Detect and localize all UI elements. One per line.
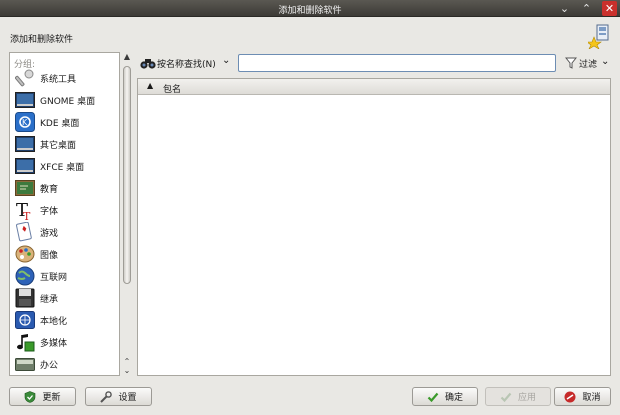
package-list[interactable]: ▲ 包名 — [137, 78, 611, 376]
svg-text:T: T — [23, 210, 31, 221]
xfce-desktop-icon — [14, 156, 36, 176]
office-icon — [14, 354, 36, 374]
scroll-down-icon[interactable]: ⌄ — [121, 366, 133, 376]
wrench-icon — [100, 390, 113, 403]
column-header-package-name[interactable]: 包名 — [163, 82, 181, 95]
category-xfce-desktop[interactable]: XFCE 桌面 — [14, 155, 119, 177]
games-icon — [14, 222, 36, 242]
category-games[interactable]: 游戏 — [14, 221, 119, 243]
ok-button[interactable]: 确定 — [412, 387, 478, 406]
binoculars-icon — [140, 56, 156, 70]
apply-checkmark-icon — [500, 391, 512, 403]
chevron-down-icon[interactable]: ⌄ — [222, 55, 230, 66]
gnome-desktop-icon — [14, 90, 36, 110]
search-input[interactable] — [238, 54, 556, 72]
window-title: 添加和删除软件 — [278, 6, 342, 16]
localization-icon — [14, 310, 36, 330]
search-bar: 按名称查找(N) ⌄ 过滤 ⌄ — [140, 54, 615, 72]
multimedia-icon — [14, 332, 36, 352]
category-system-tools[interactable]: 系统工具 — [14, 67, 119, 89]
category-gnome-desktop[interactable]: GNOME 桌面 — [14, 89, 119, 111]
education-icon — [14, 178, 36, 198]
category-fonts[interactable]: TT 字体 — [14, 199, 119, 221]
filter-chevron-icon[interactable]: ⌄ — [601, 56, 609, 67]
search-mode-label[interactable]: 按名称查找(N) — [157, 57, 216, 70]
software-install-icon — [586, 23, 612, 50]
kde-desktop-icon: K — [14, 112, 36, 132]
title-bar: 添加和删除软件 ⌄ ⌃ ✕ — [0, 0, 620, 17]
list-header[interactable]: ▲ 包名 — [138, 79, 610, 95]
legacy-icon — [14, 288, 36, 308]
shield-check-icon — [24, 390, 36, 403]
category-list[interactable]: 分组: 系统工具 GNOME 桌面 K KDE 桌面 其它桌面 XFCE 桌面 — [9, 52, 120, 376]
cancel-icon — [564, 391, 576, 403]
filter-icon[interactable] — [564, 56, 578, 70]
internet-icon — [14, 266, 36, 286]
category-multimedia[interactable]: 多媒体 — [14, 331, 119, 353]
close-icon[interactable]: ✕ — [602, 1, 617, 16]
category-graphics[interactable]: 图像 — [14, 243, 119, 265]
category-kde-desktop[interactable]: K KDE 桌面 — [14, 111, 119, 133]
apply-button[interactable]: 应用 — [485, 387, 551, 406]
system-tools-icon — [14, 68, 36, 88]
svg-text:K: K — [22, 118, 28, 127]
category-other-desktops[interactable]: 其它桌面 — [14, 133, 119, 155]
category-office[interactable]: 办公 — [14, 353, 119, 375]
category-internet[interactable]: 互联网 — [14, 265, 119, 287]
category-legacy[interactable]: 继承 — [14, 287, 119, 309]
fonts-icon: TT — [14, 200, 36, 221]
minimize-icon[interactable]: ⌄ — [557, 1, 572, 16]
scroll-up-icon[interactable]: ▲ — [121, 52, 133, 62]
scrollbar-thumb[interactable] — [123, 66, 131, 284]
settings-button[interactable]: 设置 — [85, 387, 152, 406]
update-button[interactable]: 更新 — [9, 387, 76, 406]
sort-ascending-icon[interactable]: ▲ — [147, 81, 153, 90]
filter-label[interactable]: 过滤 — [579, 57, 597, 70]
category-education[interactable]: 教育 — [14, 177, 119, 199]
graphics-icon — [14, 244, 36, 264]
category-localization[interactable]: 本地化 — [14, 309, 119, 331]
cancel-button[interactable]: 取消 — [554, 387, 611, 406]
other-desktops-icon — [14, 134, 36, 154]
category-scrollbar[interactable]: ▲ ⌃ ⌄ — [121, 52, 133, 376]
checkmark-icon — [427, 391, 439, 403]
maximize-icon[interactable]: ⌃ — [579, 1, 594, 16]
page-title: 添加和删除软件 — [10, 35, 74, 45]
